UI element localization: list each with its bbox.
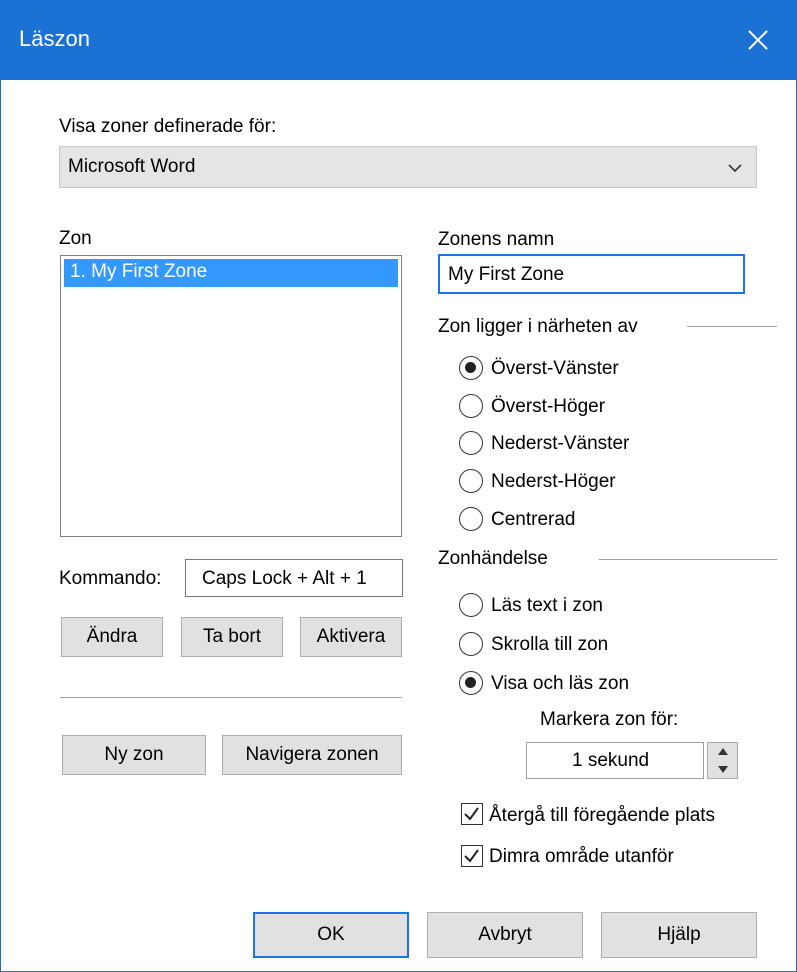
change-button[interactable]: Ändra [61,617,163,657]
navigate-zone-button-label: Navigera zonen [245,744,379,765]
radio-show-and-read-label[interactable]: Visa och läs zon [491,673,629,695]
close-icon [748,30,768,50]
zone-event-divider [599,559,777,560]
delete-button[interactable]: Ta bort [181,617,283,657]
highlight-duration-value: 1 sekund [572,750,650,771]
radio-centered-label[interactable]: Centrerad [491,509,576,531]
list-item[interactable]: 1. My First Zone [64,259,398,287]
caret-down-icon [717,766,728,773]
ok-button-label: OK [317,924,345,945]
radio-bottom-left-label[interactable]: Nederst-Vänster [491,433,629,455]
change-button-label: Ändra [86,626,138,647]
command-input-value: Caps Lock + Alt + 1 [202,568,367,589]
spin-up-button[interactable] [708,743,737,760]
command-label: Kommando: [59,568,162,589]
command-input[interactable]: Caps Lock + Alt + 1 [185,559,403,597]
return-checkbox-label[interactable]: Återgå till föregående plats [489,805,715,827]
application-select[interactable]: Microsoft Word [59,146,757,188]
checkmark-icon [464,807,479,821]
delete-button-label: Ta bort [202,626,262,647]
cancel-button-label: Avbryt [478,924,532,945]
proximity-group-label: Zon ligger i närheten av [438,316,638,337]
radio-read-text-label[interactable]: Läs text i zon [491,595,603,617]
radio-bottom-right[interactable] [459,469,483,493]
zone-name-label: Zonens namn [438,229,555,250]
activate-button-label: Aktivera [316,626,386,647]
view-for-label: Visa zoner definerade för: [59,116,277,137]
radio-read-text[interactable] [459,593,483,617]
radio-bottom-right-label[interactable]: Nederst-Höger [491,471,616,493]
cancel-button[interactable]: Avbryt [427,912,583,958]
close-button[interactable] [718,0,797,80]
dialog-window: Läszon Visa zoner definerade för: Micros… [0,0,797,972]
left-divider [60,697,402,698]
navigate-zone-button[interactable]: Navigera zonen [222,735,402,775]
return-checkbox[interactable] [461,803,483,825]
radio-top-right[interactable] [459,394,483,418]
checkmark-icon [464,849,479,863]
zone-name-input-value: My First Zone [448,264,565,285]
activate-button[interactable]: Aktivera [300,617,402,657]
radio-show-and-read[interactable] [459,671,483,695]
radio-top-left[interactable] [459,356,483,380]
application-select-value: Microsoft Word [68,156,196,177]
radio-scroll-to-label[interactable]: Skrolla till zon [491,634,608,656]
zone-name-input[interactable]: My First Zone [438,254,745,294]
proximity-divider [687,326,777,327]
title-bar: Läszon [1,0,797,80]
radio-top-right-label[interactable]: Överst-Höger [491,396,605,418]
radio-selected-dot [465,362,476,373]
help-button[interactable]: Hjälp [601,912,757,958]
radio-top-left-label[interactable]: Överst-Vänster [491,358,619,380]
radio-selected-dot [465,677,476,688]
highlight-duration-input[interactable]: 1 sekund [526,742,704,779]
new-zone-button[interactable]: Ny zon [62,735,206,775]
radio-bottom-left[interactable] [459,431,483,455]
highlight-label: Markera zon för: [540,709,679,730]
dim-checkbox[interactable] [461,845,483,867]
zone-list-label: Zon [59,228,92,249]
zone-listbox[interactable]: 1. My First Zone [60,255,402,537]
chevron-down-icon [728,164,742,173]
radio-scroll-to[interactable] [459,632,483,656]
ok-button[interactable]: OK [253,912,409,958]
help-button-label: Hjälp [657,924,701,945]
window-title: Läszon [19,26,90,51]
dim-checkbox-label[interactable]: Dimra område utanför [489,846,674,868]
new-zone-button-label: Ny zon [104,744,164,765]
duration-spinner[interactable] [707,742,738,779]
radio-centered[interactable] [459,507,483,531]
caret-up-icon [717,748,728,755]
zone-event-group-label: Zonhändelse [438,548,548,569]
spin-down-button[interactable] [708,761,737,778]
